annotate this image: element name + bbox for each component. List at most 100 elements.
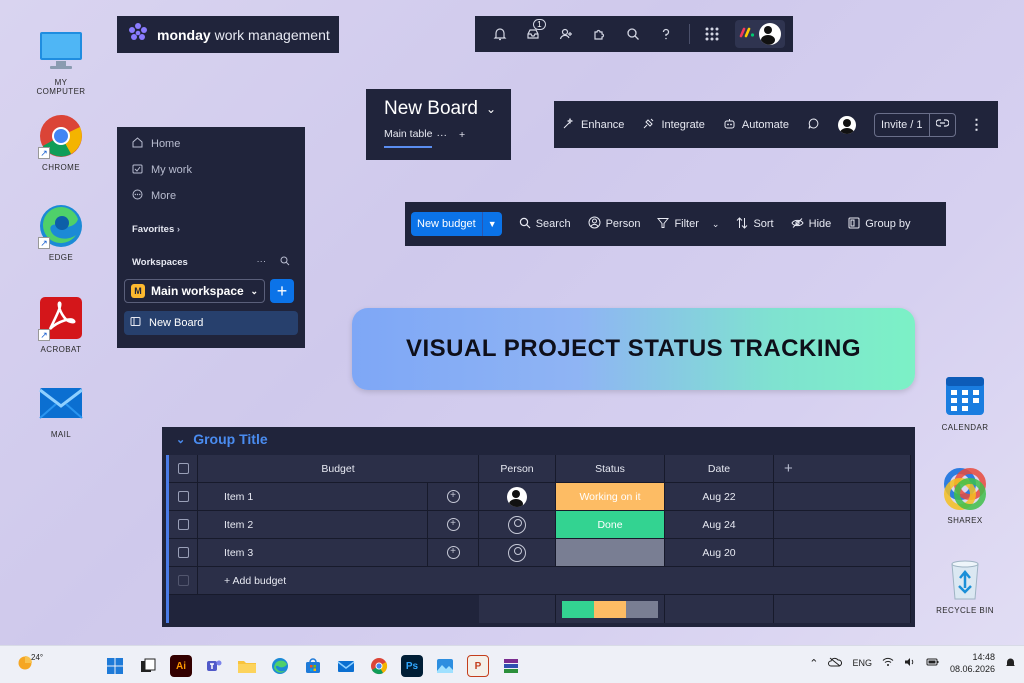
search-icon[interactable] (616, 16, 649, 52)
file-explorer-icon[interactable] (236, 655, 258, 677)
desktop-icon-chrome[interactable]: ↗ CHROME (29, 113, 93, 172)
item-name[interactable]: Item 3 (198, 539, 428, 566)
language-indicator[interactable]: ENG (852, 658, 872, 668)
add-column-button[interactable]: + (774, 455, 911, 482)
sort-button[interactable]: Sort (736, 216, 774, 232)
desktop-icon-sharex[interactable]: SHAREX (933, 466, 997, 525)
mail-icon[interactable] (335, 655, 357, 677)
more-options-icon[interactable]: ⋮ (970, 116, 984, 133)
column-header-person[interactable]: Person (479, 455, 556, 482)
chevron-down-icon[interactable]: ⌄ (176, 433, 185, 446)
workspace-selector[interactable]: M Main workspace ⌄ (124, 279, 265, 303)
battery-icon[interactable] (926, 657, 940, 669)
invite-button[interactable]: Invite / 1 (873, 112, 956, 137)
home-icon (132, 137, 143, 151)
workspace-search-icon[interactable] (280, 256, 290, 269)
help-icon[interactable] (649, 16, 682, 52)
item-name[interactable]: Item 1 (198, 483, 428, 510)
status-cell[interactable]: Working on it (556, 483, 665, 510)
workspace-options-icon[interactable]: ··· (257, 256, 267, 269)
table-row[interactable]: Item 2 + Done Aug 24 (169, 511, 911, 539)
invite-members-icon[interactable] (550, 16, 583, 52)
add-item-row[interactable]: + Add budget (169, 567, 911, 595)
column-header-date[interactable]: Date (665, 455, 774, 482)
chevron-down-icon[interactable]: ⌄ (486, 102, 496, 116)
user-avatar[interactable] (837, 115, 856, 134)
comments-button[interactable] (807, 117, 820, 133)
app-grid-icon[interactable] (696, 16, 729, 52)
add-update-icon[interactable]: + (446, 546, 460, 559)
edge-icon[interactable] (269, 655, 291, 677)
nav-more[interactable]: More (124, 183, 298, 209)
group-title[interactable]: Group Title (193, 431, 267, 447)
nav-my-work[interactable]: My work (124, 157, 298, 183)
add-update-icon[interactable]: + (446, 518, 460, 531)
desktop-icon-calendar[interactable]: CALENDAR (933, 373, 997, 432)
hide-button[interactable]: Hide (791, 217, 831, 232)
board-header: New Board ⌄ Main table ··· + (366, 89, 511, 160)
filter-button[interactable]: Filter ⌄ (657, 217, 719, 232)
add-view-button[interactable]: + (459, 129, 465, 147)
select-all-checkbox[interactable] (177, 463, 189, 474)
tab-main-table[interactable]: Main table (384, 128, 433, 148)
date-cell[interactable]: Aug 22 (665, 483, 774, 510)
add-workspace-item-button[interactable]: + (270, 279, 294, 303)
enhance-button[interactable]: Enhance (562, 117, 624, 133)
photoshop-icon[interactable]: Ps (401, 655, 423, 677)
volume-icon[interactable] (904, 657, 916, 669)
table-row[interactable]: Item 3 + Aug 20 (169, 539, 911, 567)
notification-bell-icon[interactable] (1005, 657, 1016, 670)
chevron-down-icon[interactable]: ⌄ (712, 219, 720, 230)
nav-home[interactable]: Home (124, 131, 298, 157)
chevron-up-icon[interactable]: ⌃ (809, 657, 818, 670)
desktop-icon-edge[interactable]: ↗ EDGE (29, 203, 93, 262)
new-item-button[interactable]: New budget ▼ (411, 212, 502, 236)
date-cell[interactable]: Aug 20 (665, 539, 774, 566)
clock[interactable]: 14:48 08.06.2026 (950, 651, 995, 675)
tab-options-icon[interactable]: ··· (436, 129, 447, 147)
group-by-button[interactable]: Group by (848, 217, 911, 232)
group-header[interactable]: ⌄ Group Title (176, 431, 268, 447)
add-item-input[interactable]: + Add budget (198, 567, 911, 594)
desktop-icon-mail[interactable]: MAIL (29, 380, 93, 439)
row-checkbox[interactable] (177, 491, 189, 502)
powerpoint-icon[interactable]: P (467, 655, 489, 677)
onedrive-icon[interactable] (828, 657, 843, 669)
person-filter-button[interactable]: Person (588, 216, 640, 232)
column-header-name[interactable]: Budget (198, 455, 479, 482)
column-header-status[interactable]: Status (556, 455, 665, 482)
inbox-icon[interactable]: 1 (516, 16, 549, 52)
board-title[interactable]: New Board (384, 98, 478, 120)
bell-icon[interactable] (483, 16, 516, 52)
row-checkbox[interactable] (177, 547, 189, 558)
start-icon[interactable] (104, 655, 126, 677)
teams-icon[interactable] (203, 655, 225, 677)
account-switcher[interactable] (734, 20, 785, 48)
status-cell[interactable]: Done (556, 511, 665, 538)
favorites-section[interactable]: Favorites › (124, 213, 298, 246)
store-icon[interactable] (302, 655, 324, 677)
search-button[interactable]: Search (519, 217, 571, 232)
photos-icon[interactable] (434, 655, 456, 677)
status-cell[interactable] (556, 539, 665, 566)
wifi-icon[interactable] (882, 657, 894, 669)
board-list-item[interactable]: New Board (124, 311, 298, 335)
weather-widget[interactable]: 24° (16, 653, 43, 676)
row-checkbox[interactable] (177, 519, 189, 530)
table-row[interactable]: Item 1 + Working on it Aug 22 (169, 483, 911, 511)
chevron-down-icon[interactable]: ▼ (481, 212, 502, 236)
apps-puzzle-icon[interactable] (583, 16, 616, 52)
copy-link-icon[interactable] (930, 118, 955, 131)
date-cell[interactable]: Aug 24 (665, 511, 774, 538)
item-name[interactable]: Item 2 (198, 511, 428, 538)
integrate-button[interactable]: Integrate (642, 117, 705, 133)
desktop-icon-recycle-bin[interactable]: RECYCLE BIN (933, 556, 997, 615)
automate-button[interactable]: Automate (723, 117, 789, 133)
chrome-icon[interactable] (368, 655, 390, 677)
task-view-icon[interactable] (137, 655, 159, 677)
desktop-icon-acrobat[interactable]: ↗ ACROBAT (29, 295, 93, 354)
illustrator-icon[interactable]: Ai (170, 655, 192, 677)
desktop-icon-my-computer[interactable]: MY COMPUTER (29, 28, 93, 96)
winrar-icon[interactable] (500, 655, 522, 677)
add-update-icon[interactable]: + (446, 490, 460, 503)
